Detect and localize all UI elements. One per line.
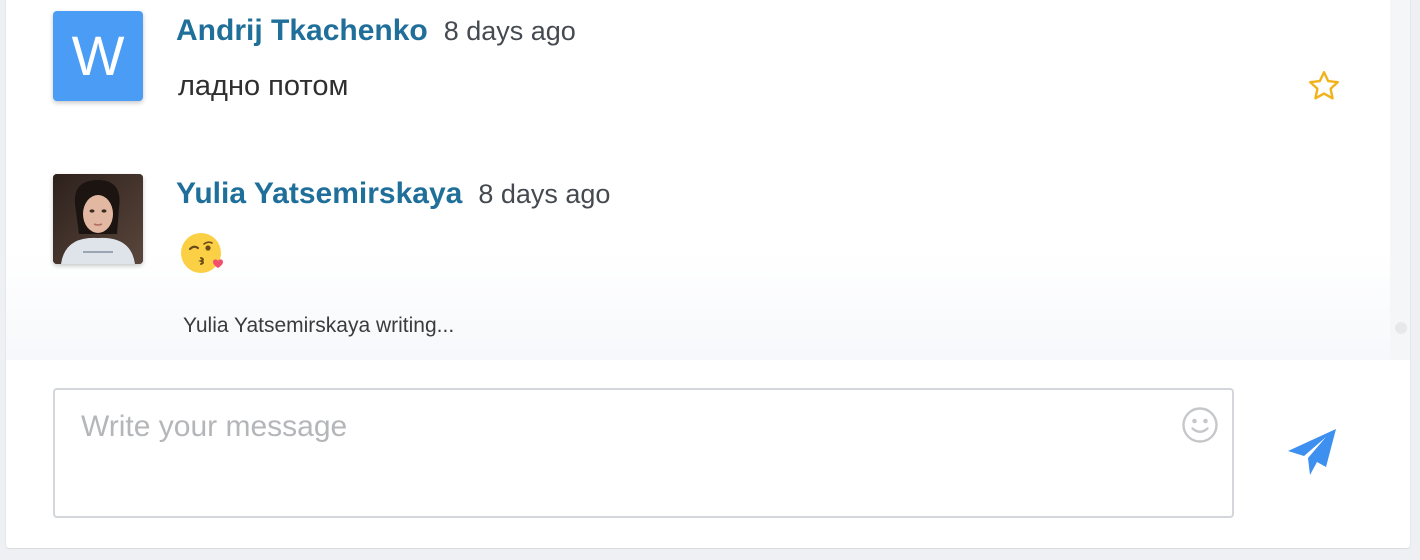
typing-indicator: Yulia Yatsemirskaya writing...	[183, 314, 455, 337]
message-list[interactable]: W Andrij Tkachenko 8 days ago ладно потом	[6, 0, 1390, 360]
chat-panel: W Andrij Tkachenko 8 days ago ладно потом	[5, 0, 1411, 549]
avatar[interactable]: W	[53, 11, 143, 101]
scrollbar-thumb[interactable]	[1395, 322, 1407, 334]
emoji-button[interactable]	[1181, 406, 1219, 444]
author-name[interactable]: Yulia Yatsemirskaya	[176, 177, 462, 210]
message-time: 8 days ago	[443, 16, 576, 46]
message-input[interactable]	[55, 390, 1232, 516]
message-author[interactable]: Yulia Yatsemirskaya 8 days ago	[176, 177, 610, 211]
scrollbar[interactable]	[1390, 0, 1410, 360]
message-time: 8 days ago	[478, 179, 611, 209]
star-button[interactable]	[1306, 68, 1342, 104]
paper-plane-icon	[1288, 429, 1336, 475]
user-photo-image	[53, 174, 143, 264]
message-author[interactable]: Andrij Tkachenko 8 days ago	[176, 14, 576, 48]
message-composer	[53, 388, 1234, 518]
author-name[interactable]: Andrij Tkachenko	[176, 14, 428, 47]
message-text: ладно потом	[178, 70, 349, 102]
avatar[interactable]	[53, 174, 143, 264]
send-button[interactable]	[1286, 427, 1338, 477]
message-emoji	[179, 231, 227, 279]
smiley-icon	[1182, 407, 1218, 443]
face-blowing-kiss-icon	[181, 233, 223, 273]
star-icon	[1309, 71, 1339, 100]
